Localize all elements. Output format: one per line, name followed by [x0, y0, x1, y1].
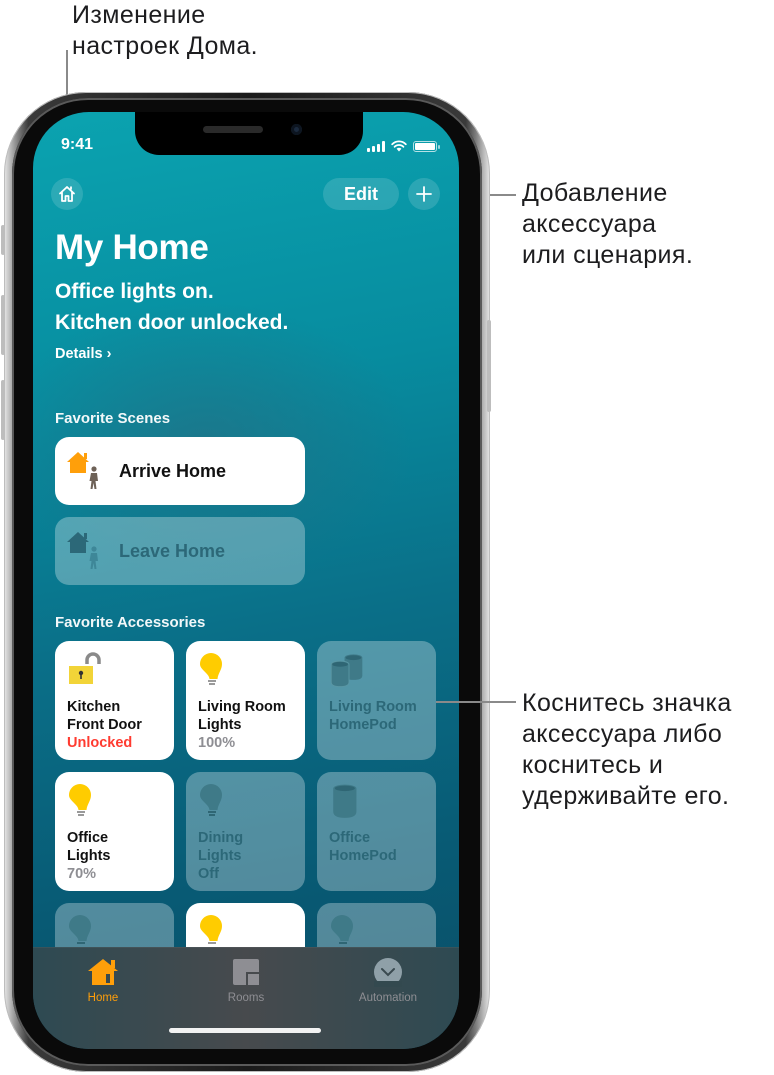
plus-icon: [416, 186, 432, 202]
summary-line: Kitchen door unlocked.: [55, 311, 289, 334]
callout-line-4: удерживайте его.: [522, 782, 730, 810]
lightbulb-icon: [200, 915, 222, 944]
callout-tap-accessory: Коснитесь значка аксессуара либо косните…: [522, 688, 732, 812]
accessory-name-line: HomePod: [329, 717, 397, 733]
callout-line-1: Добавление: [522, 179, 668, 207]
accessory-status: 70%: [67, 866, 97, 882]
status-time: 9:41: [61, 136, 94, 153]
accessory-tile-office-lights[interactable]: Office Lights 70%: [55, 772, 174, 891]
home-tab-icon: [88, 959, 118, 985]
accessory-name-line: Lights: [67, 848, 111, 864]
accessory-name: Office HomePod: [329, 829, 434, 865]
accessory-tile-office-homepod[interactable]: Office HomePod: [317, 772, 436, 891]
callout-line-1: Коснитесь значка: [522, 689, 732, 717]
tab-label: Home: [87, 992, 119, 1004]
silent-switch: [1, 225, 5, 255]
accessory-name-line: Living Room: [329, 699, 417, 715]
tab-automation[interactable]: Automation: [338, 956, 438, 1004]
accessory-name-line: Lights: [198, 848, 242, 864]
accessory-tile-dining-lights[interactable]: Dining Lights Off: [186, 772, 305, 891]
tab-label: Automation: [358, 992, 418, 1004]
accessory-tile-living-room-homepod[interactable]: Living Room HomePod: [317, 641, 436, 760]
favorite-scenes-label: Favorite Scenes: [55, 410, 171, 427]
home-app-screen: 9:41 Edit My Home Office lights on. Kitc…: [33, 112, 459, 1049]
home-summary: Office lights on. Kitchen door unlocked.: [55, 276, 288, 338]
accessory-name: Living Room Lights: [198, 698, 303, 734]
callout-home-settings: Изменение настроек Дома.: [72, 0, 258, 62]
volume-up-button: [1, 295, 5, 355]
lightbulb-icon: [331, 915, 353, 944]
add-button[interactable]: [408, 178, 440, 210]
home-title: My Home: [55, 228, 209, 267]
notch: [135, 112, 363, 155]
lightbulb-icon: [69, 915, 91, 944]
accessory-name: Dining Lights: [198, 829, 303, 865]
accessory-tile-living-room-lights[interactable]: Living Room Lights 100%: [186, 641, 305, 760]
rooms-tab-icon: [233, 959, 259, 985]
lightbulb-icon: [200, 653, 222, 685]
cellular-signal-icon: [367, 140, 385, 152]
accessory-status: Off: [198, 866, 219, 882]
speaker-grille: [203, 126, 263, 133]
callout-add: Добавление аксессуара или сценария.: [522, 178, 693, 271]
edit-button[interactable]: Edit: [323, 178, 399, 210]
accessory-status: 100%: [198, 735, 236, 751]
accessory-name-line: HomePod: [329, 848, 397, 864]
volume-down-button: [1, 380, 5, 440]
accessory-name-line: Living Room: [198, 699, 286, 715]
accessory-name-line: Kitchen: [67, 699, 121, 715]
callout-line-2: аксессуара либо: [522, 720, 723, 748]
home-indicator[interactable]: [169, 1028, 321, 1033]
favorite-accessories-label: Favorite Accessories: [55, 614, 206, 631]
battery-icon: [413, 140, 440, 152]
side-button: [487, 320, 491, 412]
scene-arrive-home[interactable]: Arrive Home: [55, 437, 305, 505]
accessory-name-line: Office: [67, 830, 109, 846]
accessory-name-line: Front Door: [67, 717, 142, 733]
tab-home[interactable]: Home: [53, 956, 153, 1004]
details-link[interactable]: Details ›: [55, 346, 111, 362]
summary-line: Office lights on.: [55, 280, 214, 303]
homepod-icon: [333, 784, 357, 818]
home-settings-icon: [59, 186, 75, 202]
accessory-name: Office Lights: [67, 829, 172, 865]
accessory-tile-kitchen-front-door[interactable]: Kitchen Front Door Unlocked: [55, 641, 174, 760]
scene-label: Leave Home: [119, 540, 226, 561]
front-camera: [291, 124, 302, 135]
callout-line-2: настроек Дома.: [72, 32, 259, 60]
callout-line-1: Изменение: [72, 1, 206, 29]
accessory-status: Unlocked: [67, 735, 133, 751]
homepod-pair-icon: [330, 654, 363, 688]
automation-tab-icon: [374, 958, 402, 987]
callout-pointer-accessory: [436, 701, 516, 703]
callout-line-3: или сценария.: [522, 241, 694, 269]
unlocked-lock-icon: [69, 652, 101, 684]
scene-leave-home[interactable]: Leave Home: [55, 517, 305, 585]
wifi-icon: [391, 140, 407, 152]
leave-home-icon: [65, 528, 111, 574]
scene-label: Arrive Home: [119, 460, 227, 481]
status-icons: [367, 140, 440, 152]
lightbulb-icon: [200, 784, 222, 816]
callout-line-2: аксессуара: [522, 210, 657, 238]
arrive-home-icon: [65, 448, 111, 494]
tab-bar: Home Rooms Automation: [33, 947, 459, 1049]
home-settings-button[interactable]: [51, 178, 83, 210]
accessory-name: Kitchen Front Door: [67, 698, 172, 734]
tab-label: Rooms: [227, 992, 265, 1004]
accessory-name-line: Dining: [198, 830, 244, 846]
accessory-name-line: Office: [329, 830, 371, 846]
accessory-name: Living Room HomePod: [329, 698, 434, 734]
tab-rooms[interactable]: Rooms: [196, 956, 296, 1004]
callout-line-3: коснитесь и: [522, 751, 664, 779]
lightbulb-icon: [69, 784, 91, 816]
accessory-name-line: Lights: [198, 717, 242, 733]
